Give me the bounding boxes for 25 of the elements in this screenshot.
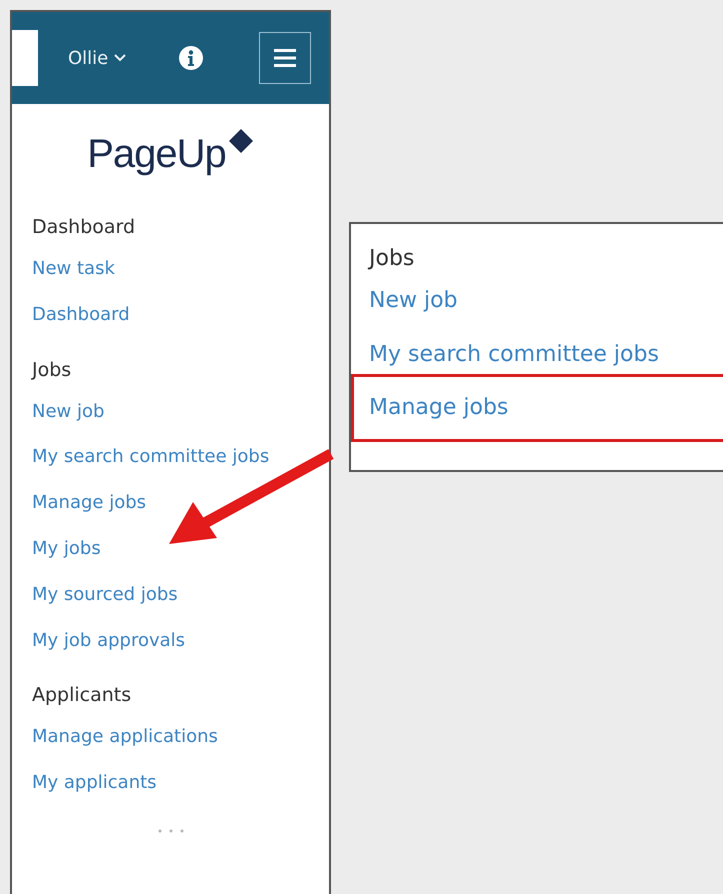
info-icon[interactable]: [178, 45, 204, 71]
section-heading: Applicants: [32, 683, 132, 708]
menu-icon: [274, 48, 296, 68]
section-heading: Dashboard: [32, 215, 136, 240]
nav-link[interactable]: New job: [32, 388, 104, 434]
more-dots-icon[interactable]: [156, 828, 186, 834]
nav-link[interactable]: New job: [369, 274, 458, 328]
nav-link[interactable]: Manage applications: [32, 714, 218, 760]
highlighted-nav-link[interactable]: Manage jobs: [351, 374, 723, 442]
nav-link[interactable]: My job approvals: [32, 618, 186, 664]
section-heading: Jobs: [369, 245, 414, 273]
nav-link[interactable]: Manage jobs: [32, 480, 146, 526]
menu-button[interactable]: [259, 32, 311, 84]
section-heading: Jobs: [32, 358, 72, 383]
nav-link[interactable]: Dashboard: [32, 292, 130, 338]
nav-link[interactable]: My search committee jobs: [32, 434, 270, 480]
nav-link[interactable]: My applicants: [32, 760, 157, 806]
logo-text: PageUp: [87, 132, 226, 177]
diamond-icon: [228, 128, 254, 154]
search-field[interactable]: [12, 30, 38, 86]
chevron-icon: [114, 54, 126, 62]
nav-link[interactable]: New task: [32, 246, 115, 292]
nav-link[interactable]: My sourced jobs: [32, 572, 178, 618]
nav-link[interactable]: My jobs: [32, 526, 101, 572]
user-menu[interactable]: Ollie: [68, 48, 126, 68]
